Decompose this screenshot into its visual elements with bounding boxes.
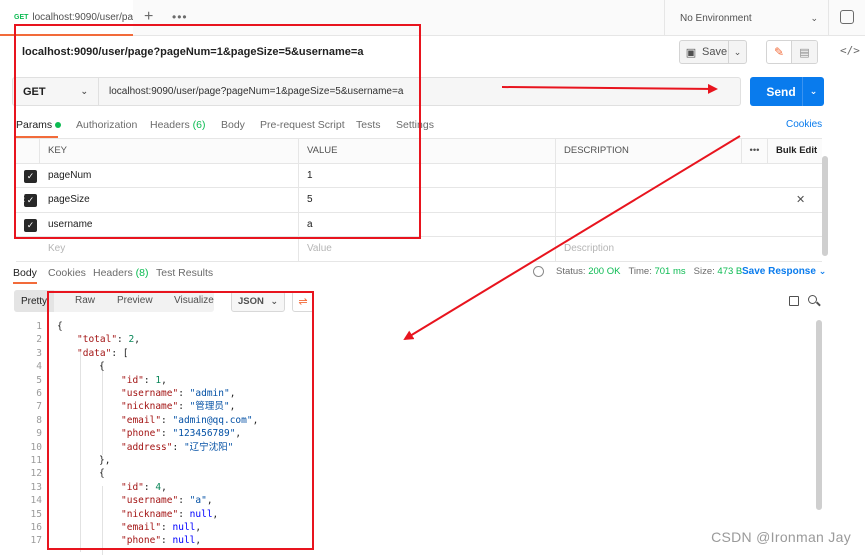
save-response-button[interactable]: Save Response ⌄	[742, 266, 826, 277]
watermark: CSDN @Ironman Jay	[711, 529, 851, 545]
chevron-down-icon: ⌄	[818, 266, 827, 276]
tab-method: GET	[14, 13, 29, 21]
save-button[interactable]: ▣ Save ⌄	[679, 40, 747, 64]
chevron-down-icon: ⌄	[810, 12, 818, 23]
chevron-down-icon[interactable]: ⌄	[728, 41, 746, 63]
copy-icon[interactable]	[789, 296, 799, 306]
description-header: DESCRIPTION	[556, 139, 742, 163]
time: Time: 701 ms	[628, 266, 686, 277]
annotation-box-request	[14, 24, 421, 239]
response-tab-body[interactable]: Body	[13, 267, 37, 279]
status: Status: 200 OK	[556, 266, 621, 277]
tab-title: localhost:9090/user/pa	[32, 11, 133, 23]
save-label: Save	[702, 46, 728, 58]
param-new-row: Key Value Description	[16, 237, 822, 262]
value-placeholder[interactable]: Value	[299, 237, 556, 261]
annotation-box-response	[47, 291, 314, 550]
param-description[interactable]	[556, 164, 822, 188]
cookies-link[interactable]: Cookies	[786, 119, 822, 130]
environment-select[interactable]: No Environment ⌄	[664, 0, 829, 36]
response-tab-cookies[interactable]: Cookies	[48, 267, 86, 279]
close-icon[interactable]: ✕	[796, 193, 805, 206]
environment-label: No Environment	[680, 12, 752, 24]
code-icon[interactable]: </>	[840, 44, 860, 57]
key-placeholder[interactable]: Key	[40, 237, 299, 261]
description-placeholder[interactable]: Description	[556, 237, 822, 261]
send-button[interactable]: Send ⌄	[750, 77, 824, 106]
chevron-down-icon[interactable]: ⌄	[802, 77, 824, 106]
eye-icon[interactable]	[840, 10, 854, 24]
comment-icon[interactable]: ▤	[792, 41, 817, 63]
active-tab-underline	[13, 282, 37, 284]
bulk-edit-link[interactable]: Bulk Edit	[768, 139, 822, 163]
globe-icon[interactable]	[533, 266, 544, 277]
save-icon: ▣	[685, 46, 697, 59]
search-icon[interactable]	[808, 295, 817, 304]
response-scrollbar[interactable]	[816, 320, 822, 510]
pencil-icon[interactable]: ✎	[767, 41, 793, 63]
response-status-bar: Status: 200 OK Time: 701 ms Size: 473 B	[533, 266, 742, 277]
send-label: Send	[766, 84, 796, 99]
size: Size: 473 B	[693, 266, 743, 277]
response-tab-test-results[interactable]: Test Results	[156, 267, 213, 279]
param-description[interactable]	[556, 188, 822, 212]
param-description[interactable]	[556, 213, 822, 237]
more-icon[interactable]: •••	[172, 10, 188, 24]
more-icon[interactable]: •••	[742, 139, 768, 163]
params-scrollbar[interactable]	[822, 156, 828, 256]
edit-toggle-group: ✎ ▤	[766, 40, 818, 64]
response-tab-headers[interactable]: Headers (8)	[93, 267, 148, 279]
